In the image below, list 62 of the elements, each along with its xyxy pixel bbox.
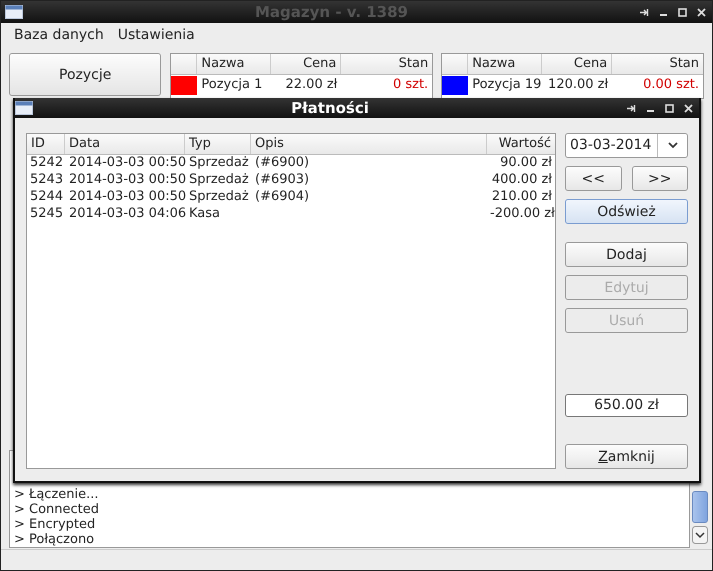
dialog-title: Płatności bbox=[290, 99, 370, 117]
table-cell-text: (#6903) bbox=[254, 172, 310, 189]
maximize-icon[interactable] bbox=[678, 8, 687, 16]
next-button[interactable]: >> bbox=[632, 166, 688, 191]
maximize-icon[interactable] bbox=[665, 104, 674, 112]
table-cell-text: 22.00 zł bbox=[284, 76, 338, 94]
column-header[interactable]: ID bbox=[27, 134, 65, 154]
table-cell-text: 5244 bbox=[29, 189, 64, 206]
table-cell-text: 90.00 zł bbox=[499, 155, 553, 172]
table-cell-text: (#6904) bbox=[254, 189, 310, 206]
close-icon[interactable] bbox=[697, 8, 706, 16]
column-header[interactable]: Typ bbox=[185, 134, 251, 154]
column-header[interactable]: Stan bbox=[341, 54, 432, 74]
positions-button[interactable]: Pozycje bbox=[9, 53, 162, 96]
table-cell-text: 2014-03-03 00:50 bbox=[68, 189, 185, 206]
table-cell-text: (#6900) bbox=[254, 155, 310, 172]
column-header[interactable]: Opis bbox=[251, 134, 487, 154]
table-cell-text: 5245 bbox=[29, 206, 64, 223]
previous-button[interactable]: << bbox=[565, 166, 622, 191]
column-header[interactable]: Wartość bbox=[487, 134, 555, 154]
table-cell-text: Sprzedaż bbox=[188, 172, 250, 189]
menu-item[interactable]: Baza danych bbox=[7, 24, 111, 44]
pin-icon[interactable] bbox=[640, 8, 649, 16]
log-line: > Encrypted bbox=[14, 517, 96, 532]
close-icon[interactable] bbox=[684, 104, 693, 112]
table-cell-text: Kasa bbox=[188, 206, 222, 223]
table-cell-text: 2014-03-03 00:50 bbox=[68, 172, 185, 189]
table-cell-text: 0.00 szt. bbox=[642, 76, 700, 94]
column-header[interactable]: Data bbox=[65, 134, 185, 154]
chevron-down-icon bbox=[668, 142, 678, 149]
log-line: > Połączono bbox=[14, 532, 96, 547]
column-header[interactable]: Cena bbox=[271, 54, 342, 74]
pin-icon[interactable] bbox=[627, 104, 636, 112]
window-title: Magazyn - v. 1389 bbox=[254, 3, 409, 21]
table-cell-text: Sprzedaż bbox=[188, 155, 250, 172]
scroll-down-icon[interactable] bbox=[692, 526, 708, 544]
column-header[interactable]: Nazwa bbox=[468, 54, 542, 74]
table-cell-text: 2014-03-03 04:06 bbox=[68, 206, 185, 223]
table-cell-text: 2014-03-03 00:50 bbox=[68, 155, 185, 172]
table-cell-text: 400.00 zł bbox=[490, 172, 553, 189]
table-cell-text: Pozycja 19 bbox=[471, 76, 542, 94]
column-header[interactable]: Cena bbox=[542, 54, 612, 74]
table-cell-text: 5242 bbox=[29, 155, 64, 172]
scrollbar-thumb[interactable] bbox=[692, 491, 708, 523]
total-field: 650.00 zł bbox=[565, 394, 688, 417]
refresh-button[interactable]: Odśwież bbox=[565, 199, 688, 224]
table-cell-text: Sprzedaż bbox=[188, 189, 250, 206]
log-line: > Connected bbox=[14, 502, 100, 517]
table-cell-text: 0 szt. bbox=[392, 76, 430, 94]
column-header[interactable]: Nazwa bbox=[197, 54, 272, 74]
action-button[interactable]: Dodaj bbox=[565, 242, 688, 267]
menu-item[interactable]: Ustawienia bbox=[110, 24, 202, 44]
date-combobox[interactable]: 03-03-2014 bbox=[565, 133, 688, 158]
table-cell-text: 120.00 zł bbox=[547, 76, 610, 94]
table-cell-text: -200.00 zł bbox=[489, 206, 556, 223]
log-line: > Łączenie... bbox=[14, 487, 100, 502]
table-cell-text: 210.00 zł bbox=[490, 189, 553, 206]
window-icon bbox=[5, 5, 23, 19]
table-cell-text: Pozycja 1 bbox=[200, 76, 264, 94]
table-cell-text: 5243 bbox=[29, 172, 64, 189]
close-button[interactable]: Zamknij bbox=[565, 444, 688, 469]
column-header[interactable]: Stan bbox=[612, 54, 703, 74]
